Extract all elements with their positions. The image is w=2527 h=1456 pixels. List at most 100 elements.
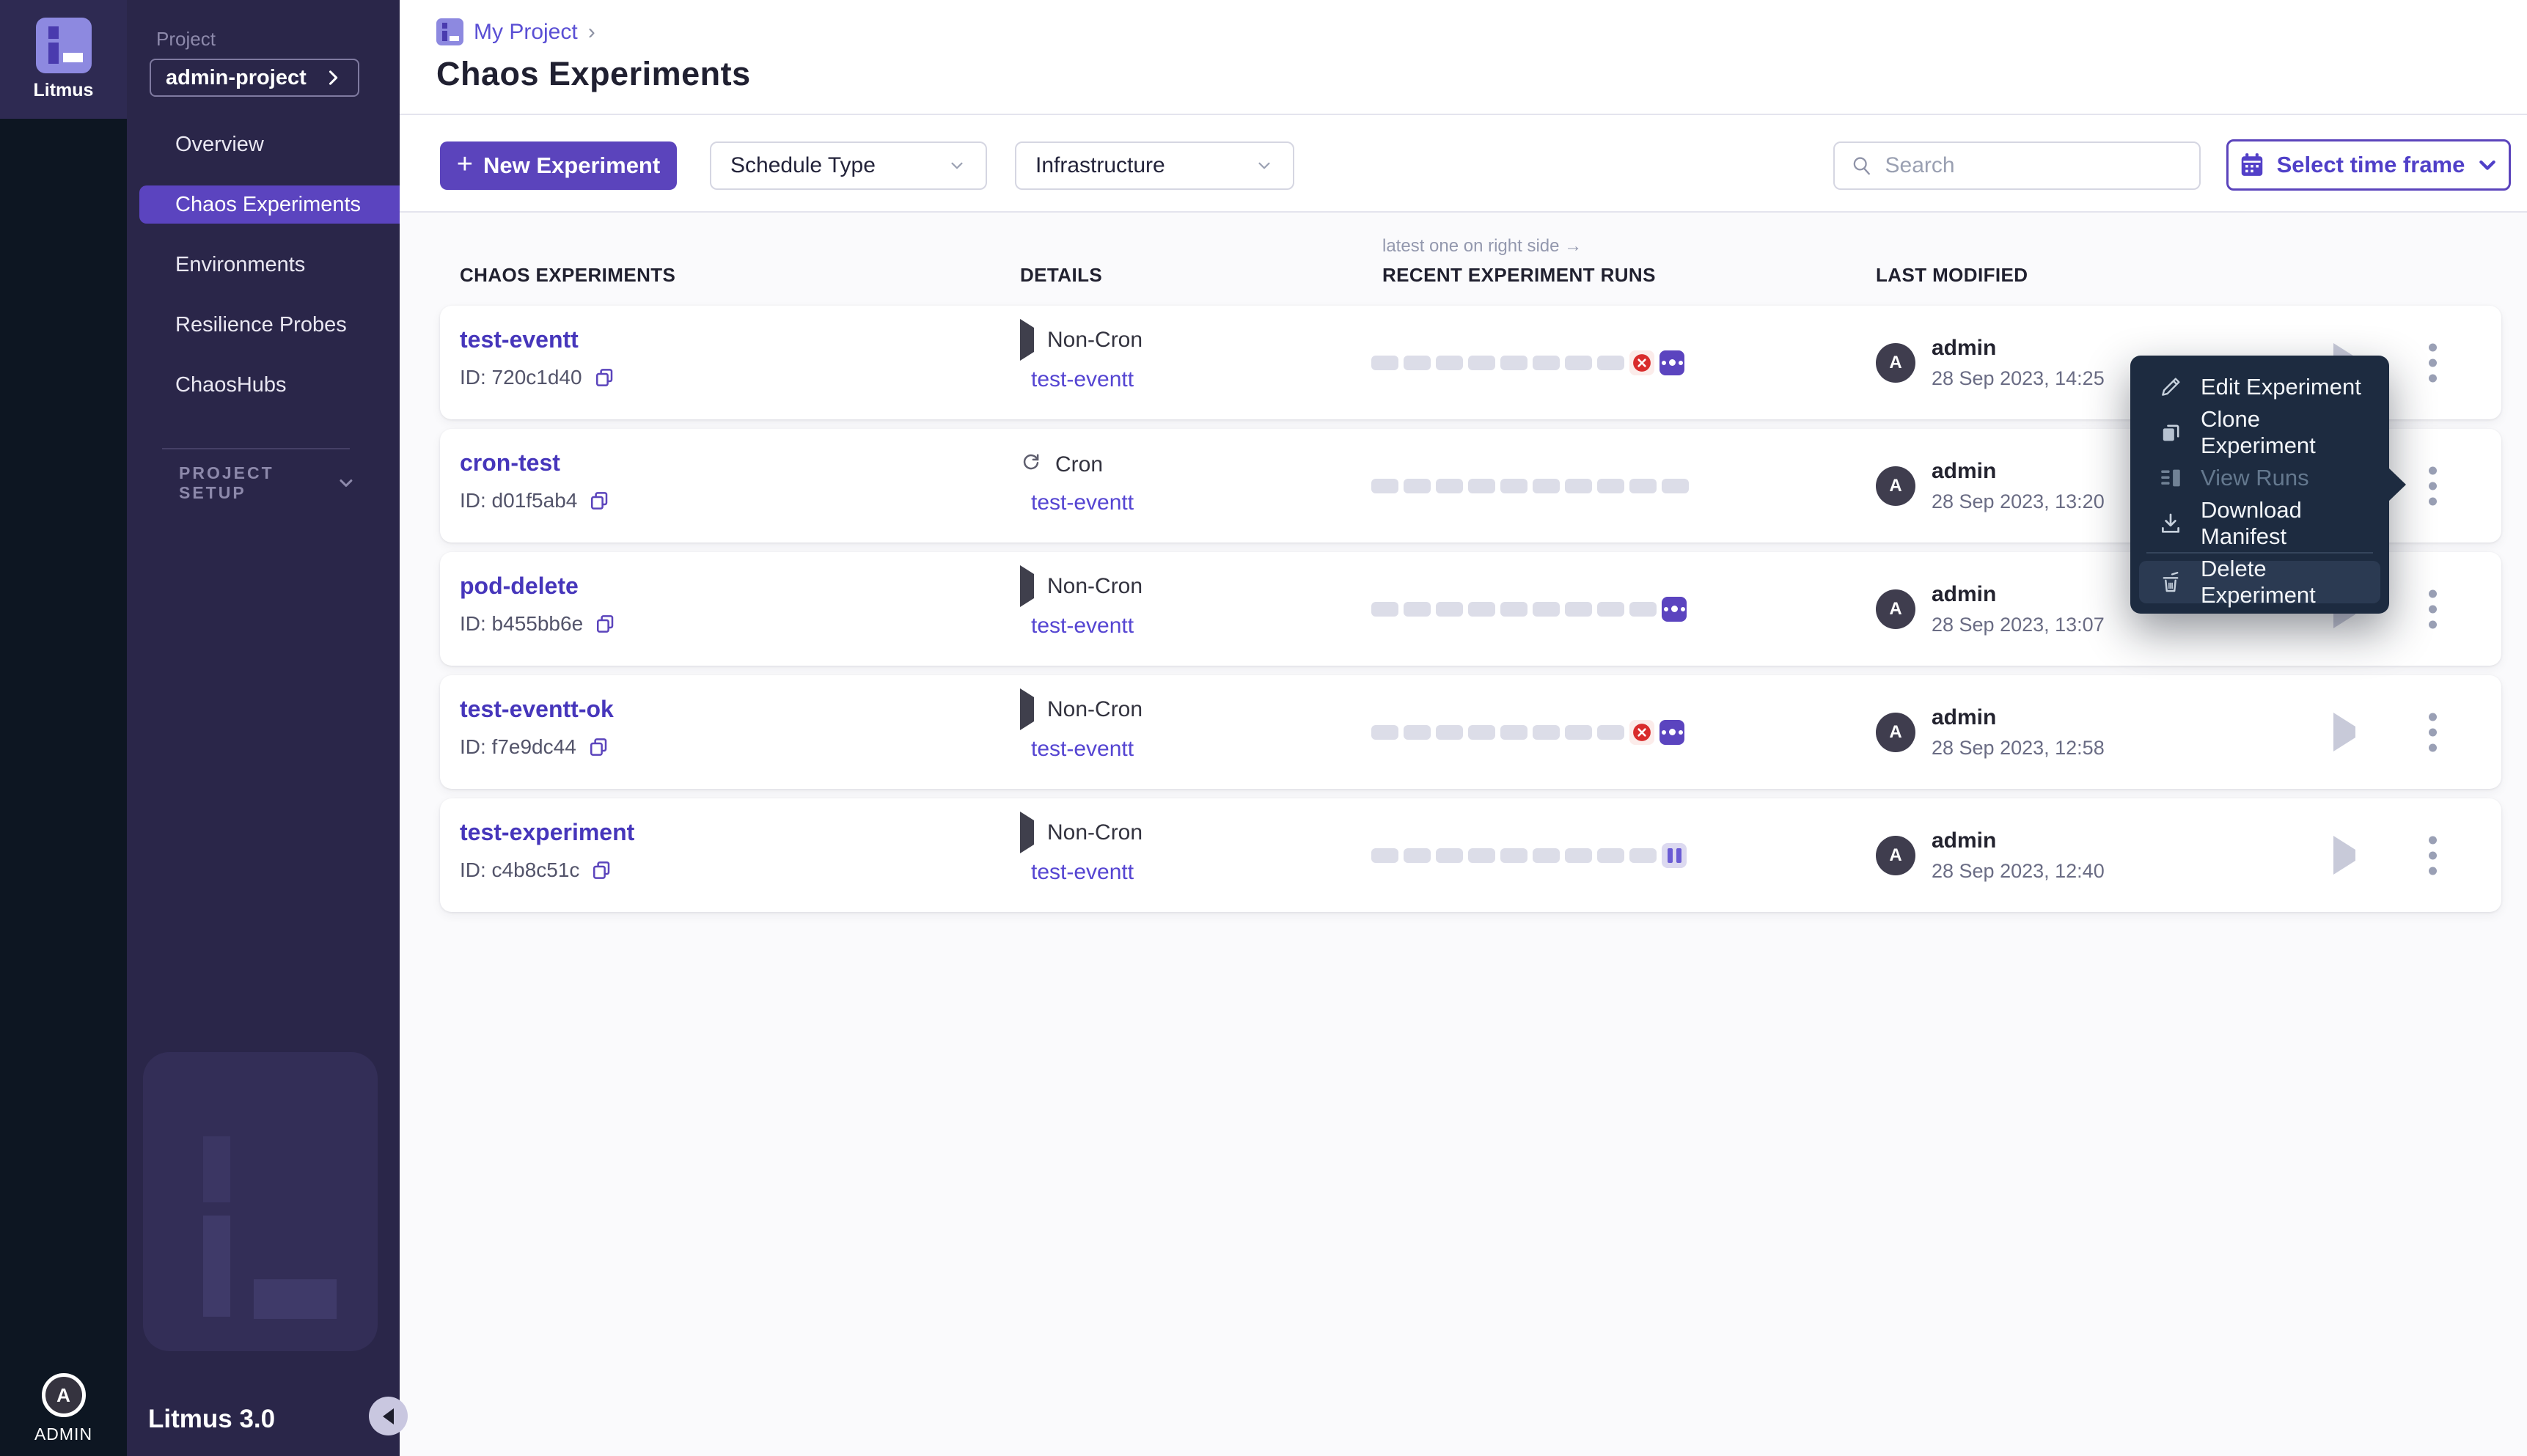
- rail-user-area: A ADMIN: [0, 1373, 127, 1444]
- copy-icon[interactable]: [590, 859, 612, 881]
- modified-by: admin: [1932, 335, 1997, 360]
- brand-name: Litmus: [33, 80, 94, 100]
- run-placeholder: [1629, 848, 1657, 863]
- recent-experiment-runs: [1371, 429, 1694, 543]
- run-placeholder: [1371, 724, 1398, 740]
- experiment-name-link[interactable]: test-eventt: [460, 326, 579, 353]
- user-avatar[interactable]: A: [41, 1373, 86, 1417]
- menu-item-delete-experiment[interactable]: Delete Experiment: [2139, 556, 2380, 608]
- running-run-icon[interactable]: [1659, 350, 1684, 375]
- schedule-type-select-value: Schedule Type: [730, 153, 876, 177]
- experiment-link[interactable]: test-eventt: [1031, 860, 1134, 885]
- project-setup-label: PROJECT SETUP: [179, 463, 274, 502]
- experiment-name-link[interactable]: pod-delete: [460, 573, 579, 600]
- run-placeholder: [1436, 848, 1463, 863]
- experiment-link[interactable]: test-eventt: [1031, 737, 1134, 762]
- run-placeholder: [1565, 724, 1592, 740]
- experiment-id: ID: c4b8c51c: [460, 858, 580, 881]
- project-selector[interactable]: admin-project: [150, 59, 359, 97]
- run-placeholder: [1468, 601, 1495, 617]
- infrastructure-select[interactable]: Infrastructure: [1015, 141, 1294, 190]
- page-title: Chaos Experiments: [436, 55, 751, 92]
- row-menu-button[interactable]: [2421, 705, 2444, 759]
- sidebar-item-chaos-experiments[interactable]: Chaos Experiments: [139, 185, 400, 224]
- cron-icon: [1023, 454, 1039, 470]
- failed-run-icon[interactable]: [1629, 719, 1654, 745]
- menu-item-clone-experiment[interactable]: Clone Experiment: [2130, 406, 2389, 458]
- sidebar-item-resilience-probes[interactable]: Resilience Probes: [127, 306, 400, 344]
- run-placeholder: [1436, 478, 1463, 493]
- breadcrumb-project-icon: [436, 18, 463, 45]
- experiment-id: ID: f7e9dc44: [460, 735, 576, 758]
- schedule-type-select[interactable]: Schedule Type: [710, 141, 987, 190]
- non-cron-icon: [1020, 565, 1034, 607]
- experiment-id: ID: b455bb6e: [460, 612, 584, 635]
- run-placeholder: [1533, 601, 1560, 617]
- experiment-link[interactable]: test-eventt: [1031, 490, 1134, 515]
- experiment-name-link[interactable]: test-eventt-ok: [460, 696, 614, 723]
- row-menu-button[interactable]: [2421, 582, 2444, 636]
- run-placeholder: [1468, 848, 1495, 863]
- run-placeholder: [1500, 355, 1527, 370]
- sidebar-collapse-button[interactable]: [369, 1397, 408, 1435]
- litmus-logo-icon[interactable]: [35, 18, 92, 73]
- run-experiment-button[interactable]: [2326, 836, 2363, 875]
- sidebar: Project admin-project Overview Chaos Exp…: [127, 0, 408, 1456]
- avatar: A: [1876, 835, 1915, 875]
- recent-experiment-runs: [1371, 552, 1694, 666]
- copy-icon[interactable]: [594, 613, 616, 635]
- litmus-app: Litmus A ADMIN Project admin-project Ove…: [0, 0, 2527, 1456]
- schedule-type: Non-Cron: [1047, 328, 1143, 352]
- rail-brand-area: Litmus: [0, 0, 127, 119]
- sidebar-item-chaoshubs[interactable]: ChaosHubs: [127, 366, 400, 404]
- failed-run-icon[interactable]: [1629, 350, 1654, 375]
- avatar: A: [1876, 712, 1915, 752]
- run-placeholder: [1597, 848, 1624, 863]
- run-placeholder: [1404, 848, 1431, 863]
- running-run-icon[interactable]: [1659, 719, 1684, 745]
- menu-item-download-manifest[interactable]: Download Manifest: [2130, 497, 2389, 549]
- chevron-down-icon: [951, 162, 963, 169]
- run-placeholder: [1371, 848, 1398, 863]
- run-placeholder: [1565, 848, 1592, 863]
- sidebar-divider: [162, 448, 350, 449]
- run-placeholder: [1436, 601, 1463, 617]
- copy-icon[interactable]: [593, 367, 615, 389]
- menu-item-view-runs[interactable]: View Runs: [2130, 455, 2389, 501]
- sidebar-item-environments[interactable]: Environments: [127, 246, 400, 284]
- experiment-link[interactable]: test-eventt: [1031, 614, 1134, 639]
- sidebar-item-overview[interactable]: Overview: [127, 125, 400, 163]
- table-row-test-eventt-ok[interactable]: test-eventt-ok ID: f7e9dc44 Non-Cron tes…: [440, 675, 2501, 789]
- run-placeholder: [1533, 478, 1560, 493]
- experiment-name-link[interactable]: cron-test: [460, 449, 560, 477]
- run-experiment-button[interactable]: [2326, 713, 2363, 751]
- run-placeholder: [1565, 601, 1592, 617]
- litmus-watermark-logo: [143, 1052, 378, 1351]
- schedule-type: Cron: [1055, 452, 1104, 477]
- run-placeholder: [1565, 355, 1592, 370]
- non-cron-icon: [1020, 688, 1034, 730]
- project-setup-toggle[interactable]: PROJECT SETUP: [179, 463, 356, 503]
- row-menu-button[interactable]: [2421, 336, 2444, 389]
- row-menu-button[interactable]: [2421, 828, 2444, 882]
- new-experiment-button[interactable]: + New Experiment: [440, 141, 677, 190]
- copy-icon[interactable]: [587, 736, 609, 758]
- play-icon: [2333, 713, 2355, 751]
- experiment-name-link[interactable]: test-experiment: [460, 819, 634, 846]
- time-frame-button[interactable]: Select time frame: [2226, 139, 2511, 191]
- paused-run-icon[interactable]: [1662, 842, 1687, 868]
- experiment-link[interactable]: test-eventt: [1031, 367, 1134, 392]
- running-run-icon[interactable]: [1662, 596, 1687, 622]
- schedule-type: Non-Cron: [1047, 697, 1143, 721]
- menu-item-edit-experiment[interactable]: Edit Experiment: [2130, 364, 2389, 410]
- copy-icon[interactable]: [588, 490, 610, 512]
- search-input[interactable]: [1885, 153, 2183, 178]
- run-placeholder: [1533, 724, 1560, 740]
- run-placeholder: [1500, 724, 1527, 740]
- table-row-test-experiment[interactable]: test-experiment ID: c4b8c51c Non-Cron te…: [440, 798, 2501, 912]
- pencil-icon: [2162, 378, 2180, 396]
- row-menu-button[interactable]: [2421, 459, 2444, 512]
- run-placeholder: [1662, 478, 1689, 493]
- breadcrumb-project-link[interactable]: My Project: [474, 20, 578, 45]
- modified-by: admin: [1932, 705, 1997, 729]
